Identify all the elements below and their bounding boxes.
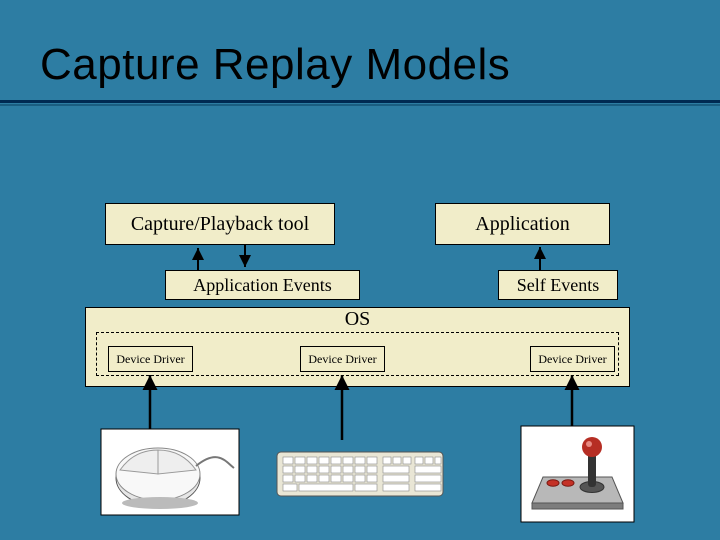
box-application: Application	[435, 203, 610, 245]
mouse-icon	[100, 428, 240, 516]
box-device-driver-2: Device Driver	[300, 346, 385, 372]
title-underline	[0, 100, 720, 103]
box-os-label: OS	[345, 308, 371, 330]
box-self-events: Self Events	[498, 270, 618, 300]
keyboard-icon	[275, 444, 445, 504]
box-device-driver-3: Device Driver	[530, 346, 615, 372]
title-underline-shadow	[0, 104, 720, 106]
slide-title: Capture Replay Models	[40, 40, 510, 90]
joystick-icon	[520, 425, 635, 523]
box-application-events: Application Events	[165, 270, 360, 300]
box-device-driver-1: Device Driver	[108, 346, 193, 372]
box-capture-playback-tool: Capture/Playback tool	[105, 203, 335, 245]
